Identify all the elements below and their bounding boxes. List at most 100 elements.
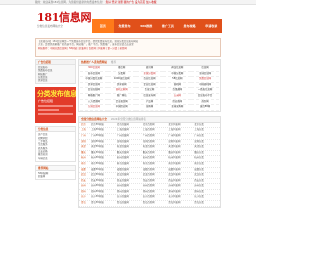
city-site-link[interactable]: 西安百姓网 [143,179,169,184]
nav-item-apply[interactable]: 申请收录 [200,19,222,33]
city-site-link[interactable]: 深圳赶集网 [117,140,143,145]
city-site-link[interactable]: 西安列表网 [168,179,194,184]
city-site-link[interactable]: 上海百姓网 [143,128,169,133]
city-site-link[interactable]: 南京赶集网 [117,162,143,167]
city-site-link[interactable]: 长沙列表网 [168,195,194,200]
nav-item-home[interactable]: 首页 [92,19,114,33]
city-site-link[interactable]: 武汉赶集网 [117,173,143,178]
city-site-link[interactable]: 深圳分类 [194,140,220,145]
city-site-link[interactable]: 北京分类 [194,123,220,128]
site-link[interactable]: 全球采购网 [163,105,192,111]
city-site-link[interactable]: 重庆列表网 [168,151,194,156]
sidebar-link[interactable]: 供求信息 [38,79,73,82]
city-site-link[interactable]: 郑州列表网 [168,190,194,195]
nav-item-guide[interactable]: 发布攻略 [179,19,201,33]
city-site-link[interactable]: 天津百姓网 [143,145,169,150]
city-site-link[interactable]: 武汉58同城 [91,173,117,178]
city-label[interactable]: 深圳 [79,140,91,145]
city-site-link[interactable]: 武汉百姓网 [143,173,169,178]
city-label[interactable]: 苏州 [79,184,91,189]
city-site-link[interactable]: 成都赶集网 [117,168,143,173]
city-site-link[interactable]: 武汉列表网 [168,173,194,178]
city-site-link[interactable]: 苏州分类 [194,184,220,189]
city-site-link[interactable]: 成都58同城 [91,168,117,173]
city-site-link[interactable]: 重庆58同城 [91,151,117,156]
city-site-link[interactable]: 南京分类 [194,162,220,167]
city-site-link[interactable]: 南京58同城 [91,162,117,167]
city-site-link[interactable]: 青岛分类 [194,201,220,206]
city-label[interactable]: 杭州 [79,156,91,161]
city-site-link[interactable]: 青岛列表网 [168,201,194,206]
city-site-link[interactable]: 青岛58同城 [91,201,117,206]
city-label[interactable]: 成都 [79,168,91,173]
city-site-link[interactable]: 郑州百姓网 [143,190,169,195]
city-site-link[interactable]: 上海分类 [194,128,220,133]
city-site-link[interactable]: 成都列表网 [168,168,194,173]
city-site-link[interactable]: 北京百姓网 [143,123,169,128]
city-site-link[interactable]: 西安58同城 [91,179,117,184]
city-site-link[interactable]: 广州分类 [194,134,220,139]
city-site-link[interactable]: 广州赶集网 [117,134,143,139]
city-site-link[interactable]: 苏州列表网 [168,184,194,189]
city-site-link[interactable]: 武汉分类 [194,173,220,178]
nav-item-tools[interactable]: 推广工具 [157,19,179,33]
city-site-link[interactable]: 深圳58同城 [91,140,117,145]
ad-banner[interactable]: 分类发布信息 广告位招租 [35,87,76,124]
city-label[interactable]: 青岛 [79,201,91,206]
city-site-link[interactable]: 长沙赶集网 [117,195,143,200]
city-site-link[interactable]: 杭州58同城 [91,156,117,161]
city-site-link[interactable]: 杭州分类 [194,156,220,161]
city-site-link[interactable]: 青岛百姓网 [143,201,169,206]
city-label[interactable]: 武汉 [79,173,91,178]
city-site-link[interactable]: 杭州赶集网 [117,156,143,161]
city-site-link[interactable]: 郑州赶集网 [117,190,143,195]
site-link[interactable]: 中国供应网 [107,105,136,111]
city-site-link[interactable]: 杭州百姓网 [143,156,169,161]
city-site-link[interactable]: 广州百姓网 [143,134,169,139]
city-label[interactable]: 长沙 [79,195,91,200]
city-label[interactable]: 上海 [79,128,91,133]
city-site-link[interactable]: 深圳列表网 [168,140,194,145]
city-site-link[interactable]: 上海赶集网 [117,128,143,133]
city-site-link[interactable]: 南京列表网 [168,162,194,167]
city-site-link[interactable]: 天津分类 [194,145,220,150]
city-label[interactable]: 广州 [79,134,91,139]
city-label[interactable]: 天津 [79,145,91,150]
city-site-link[interactable]: 杭州列表网 [168,156,194,161]
city-site-link[interactable]: 重庆分类 [194,151,220,156]
site-link[interactable]: 采购网 [135,105,164,111]
top-bar-links[interactable]: 您好 登录 注册 我的广告 设为首页 加入收藏 [106,1,157,4]
city-site-link[interactable]: 上海58同城 [91,128,117,133]
city-site-link[interactable]: 北京赶集网 [117,123,143,128]
city-site-link[interactable]: 西安分类 [194,179,220,184]
city-site-link[interactable]: 成都百姓网 [143,168,169,173]
nav-item-free-publish[interactable]: 免费发布 [114,19,136,33]
city-site-link[interactable]: 北京58同城 [91,123,117,128]
city-site-link[interactable]: 长沙分类 [194,195,220,200]
city-site-link[interactable]: 青岛赶集网 [117,201,143,206]
sidebar-link[interactable]: 赶集网 [38,175,73,178]
sidebar-link[interactable]: 车辆买卖 [38,157,73,160]
city-site-link[interactable]: 天津58同城 [91,145,117,150]
city-site-link[interactable]: 重庆赶集网 [117,151,143,156]
city-site-link[interactable]: 苏州赶集网 [117,184,143,189]
city-label[interactable]: 北京 [79,123,91,128]
notice-links[interactable]: 网站推荐：中国分类信息网 | 58同城 | 赶集网 | 百姓网 | 列表网 | … [38,47,218,50]
city-site-link[interactable]: 北京列表网 [168,123,194,128]
city-site-link[interactable]: 南京百姓网 [143,162,169,167]
city-site-link[interactable]: 苏州百姓网 [143,184,169,189]
city-label[interactable]: 南京 [79,162,91,167]
city-site-link[interactable]: 苏州58同城 [91,184,117,189]
city-site-link[interactable]: 广州58同城 [91,134,117,139]
city-site-link[interactable]: 广州列表网 [168,134,194,139]
city-site-link[interactable]: 郑州58同城 [91,190,117,195]
city-site-link[interactable]: 天津列表网 [168,145,194,150]
city-site-link[interactable]: 天津赶集网 [117,145,143,150]
city-site-link[interactable]: 郑州分类 [194,190,220,195]
city-site-link[interactable]: 长沙58同城 [91,195,117,200]
nav-item-360[interactable]: 360推推 [135,19,157,33]
city-site-link[interactable]: 重庆百姓网 [143,151,169,156]
city-site-link[interactable]: 西安赶集网 [117,179,143,184]
city-label[interactable]: 郑州 [79,190,91,195]
site-link[interactable]: 黄页88网 [191,105,219,111]
